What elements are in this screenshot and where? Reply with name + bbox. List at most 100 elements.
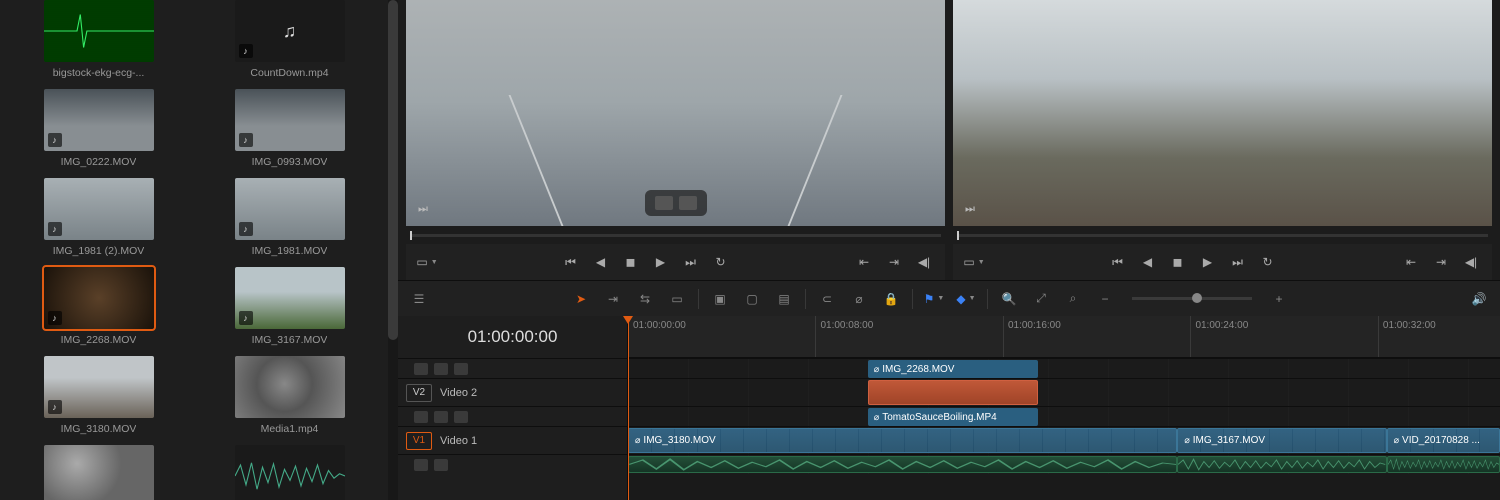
- link-icon[interactable]: [434, 411, 448, 423]
- first-frame-button[interactable]: ⏮: [1107, 251, 1129, 273]
- lock-icon[interactable]: [414, 363, 428, 375]
- media-thumb-label: IMG_0222.MOV: [61, 156, 137, 168]
- lock-icon[interactable]: [414, 411, 428, 423]
- next-frame-button[interactable]: ⏭: [680, 251, 702, 273]
- clip[interactable]: ⌀TomatoSauceBoiling.MP4: [868, 408, 1038, 426]
- playhead[interactable]: [628, 316, 629, 500]
- media-thumb-label: IMG_1981 (2).MOV: [53, 245, 145, 257]
- insert-tool[interactable]: ▭: [666, 288, 688, 310]
- track-row[interactable]: ⌀IMG_2268.MOV: [628, 358, 1500, 378]
- clip[interactable]: ⌀VID_20170828 ...: [1387, 428, 1500, 453]
- media-thumb[interactable]: ♪: [44, 267, 154, 329]
- zoom-slider[interactable]: [1132, 297, 1252, 300]
- scrollbar-thumb[interactable]: [388, 0, 398, 340]
- loop-button[interactable]: ↻: [710, 251, 732, 273]
- track-header[interactable]: [398, 358, 627, 378]
- media-thumb[interactable]: [44, 0, 154, 62]
- timeline-tracks-area[interactable]: 01:00:00:0001:00:08:0001:00:16:0001:00:2…: [628, 316, 1500, 500]
- track-row[interactable]: [628, 454, 1500, 474]
- mark-in-button[interactable]: ⇤: [1400, 251, 1422, 273]
- link-button[interactable]: ⌀: [848, 288, 870, 310]
- thumb-icon[interactable]: [454, 363, 468, 375]
- mark-out-button[interactable]: ⇥: [1430, 251, 1452, 273]
- media-thumb[interactable]: ♪: [235, 178, 345, 240]
- source-scrubber[interactable]: [406, 226, 945, 244]
- goto-in-button[interactable]: ◀|: [913, 251, 935, 273]
- media-thumb[interactable]: ♪♫: [235, 0, 345, 62]
- program-scrubber[interactable]: [953, 226, 1492, 244]
- marker-button[interactable]: ◆▼: [955, 288, 977, 310]
- first-frame-button[interactable]: ⏮: [560, 251, 582, 273]
- arrow-tool[interactable]: ➤: [570, 288, 592, 310]
- replace-tool[interactable]: ▢: [741, 288, 763, 310]
- zoom-out-button[interactable]: −: [1094, 288, 1116, 310]
- lock-icon[interactable]: [414, 459, 428, 471]
- step-end-icon[interactable]: ⏭: [961, 200, 979, 218]
- play-button[interactable]: ▶: [650, 251, 672, 273]
- append-tool[interactable]: ▤: [773, 288, 795, 310]
- customize-button[interactable]: ☰: [408, 288, 430, 310]
- audio-only-icon[interactable]: [679, 196, 697, 210]
- track-tag[interactable]: V2: [406, 384, 432, 402]
- track-row[interactable]: ⌀IMG_3180.MOV⌀IMG_3167.MOV⌀VID_20170828 …: [628, 426, 1500, 454]
- track-row[interactable]: [628, 378, 1500, 406]
- clip[interactable]: [628, 456, 1177, 473]
- track-header[interactable]: V1Video 1: [398, 426, 627, 454]
- insert-mode-button[interactable]: ▭▼: [416, 251, 438, 273]
- link-icon: ⌀: [874, 412, 879, 422]
- mark-in-button[interactable]: ⇤: [853, 251, 875, 273]
- flag-button[interactable]: ⚑▼: [923, 288, 945, 310]
- media-thumb[interactable]: ♪: [44, 356, 154, 418]
- mark-out-button[interactable]: ⇥: [883, 251, 905, 273]
- program-viewer-screen[interactable]: ⏭: [953, 0, 1492, 226]
- prev-frame-button[interactable]: ◀: [1137, 251, 1159, 273]
- media-thumb[interactable]: [235, 445, 345, 500]
- media-thumb[interactable]: [235, 356, 345, 418]
- clip[interactable]: [1387, 456, 1500, 473]
- clip[interactable]: ⌀IMG_3180.MOV: [628, 428, 1177, 453]
- zoom-fit-icon[interactable]: ⤢: [1030, 288, 1052, 310]
- track-row[interactable]: ⌀TomatoSauceBoiling.MP4: [628, 406, 1500, 426]
- media-thumb[interactable]: ♪: [235, 267, 345, 329]
- overwrite-tool[interactable]: ▣: [709, 288, 731, 310]
- mute-button[interactable]: 🔊: [1468, 288, 1490, 310]
- audio-badge-icon: ♪: [239, 44, 253, 58]
- clip[interactable]: [1177, 456, 1386, 473]
- loop-button[interactable]: ↻: [1257, 251, 1279, 273]
- link-icon[interactable]: [434, 363, 448, 375]
- play-button[interactable]: ▶: [1197, 251, 1219, 273]
- source-viewer-screen[interactable]: ⏭: [406, 0, 945, 226]
- snap-button[interactable]: ⊂: [816, 288, 838, 310]
- media-pool-scrollbar[interactable]: [388, 0, 398, 500]
- mute-icon[interactable]: [434, 459, 448, 471]
- thumb-icon[interactable]: [454, 411, 468, 423]
- prev-frame-button[interactable]: ◀: [590, 251, 612, 273]
- trim-tool[interactable]: ⇆: [634, 288, 656, 310]
- track-tag[interactable]: V1: [406, 432, 432, 450]
- media-thumb[interactable]: ♪: [235, 89, 345, 151]
- media-thumb[interactable]: [44, 445, 154, 500]
- media-thumb-label: Media1.mp4: [261, 423, 319, 435]
- goto-in-button[interactable]: ◀|: [1460, 251, 1482, 273]
- clip[interactable]: ⌀IMG_3167.MOV: [1177, 428, 1386, 453]
- aspect-button[interactable]: ▭▼: [963, 251, 985, 273]
- step-end-icon[interactable]: ⏭: [414, 200, 432, 218]
- zoom-icon[interactable]: ⌕: [1062, 288, 1084, 310]
- blade-tool[interactable]: ⇥: [602, 288, 624, 310]
- media-thumb[interactable]: ♪: [44, 178, 154, 240]
- track-header[interactable]: [398, 406, 627, 426]
- clip[interactable]: [868, 380, 1038, 405]
- next-frame-button[interactable]: ⏭: [1227, 251, 1249, 273]
- media-thumb[interactable]: ♪: [44, 89, 154, 151]
- lock-button[interactable]: 🔒: [880, 288, 902, 310]
- timecode-display[interactable]: 01:00:00:00: [398, 316, 627, 358]
- stop-button[interactable]: ◼: [620, 251, 642, 273]
- search-icon[interactable]: 🔍: [998, 288, 1020, 310]
- track-header[interactable]: V2Video 2: [398, 378, 627, 406]
- video-only-icon[interactable]: [655, 196, 673, 210]
- clip[interactable]: ⌀IMG_2268.MOV: [868, 360, 1038, 378]
- zoom-in-button[interactable]: +: [1268, 288, 1290, 310]
- timeline-ruler[interactable]: 01:00:00:0001:00:08:0001:00:16:0001:00:2…: [628, 316, 1500, 358]
- track-header[interactable]: [398, 454, 627, 474]
- stop-button[interactable]: ◼: [1167, 251, 1189, 273]
